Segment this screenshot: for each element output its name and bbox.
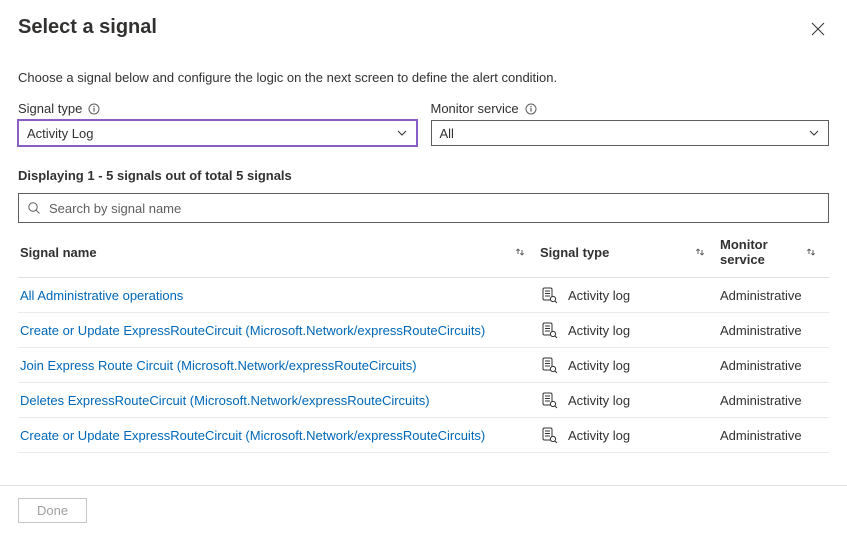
table-row[interactable]: All Administrative operations Activity lo… — [18, 278, 829, 313]
th-monitor-service[interactable]: Monitor service — [718, 227, 829, 278]
activity-log-icon — [540, 391, 558, 409]
th-signal-type[interactable]: Signal type — [538, 227, 718, 278]
signal-type-label: Signal type — [18, 101, 417, 116]
monitor-service-text: Administrative — [720, 393, 802, 408]
monitor-service-value: All — [440, 126, 454, 141]
signal-link[interactable]: Create or Update ExpressRouteCircuit (Mi… — [20, 323, 485, 338]
signal-type-text: Activity log — [568, 358, 630, 373]
signal-type-text: Activity log — [568, 428, 630, 443]
monitor-service-label: Monitor service — [431, 101, 830, 116]
info-icon[interactable] — [88, 103, 100, 115]
activity-log-icon — [540, 286, 558, 304]
signal-type-text: Activity log — [568, 288, 630, 303]
info-icon[interactable] — [525, 103, 537, 115]
signal-type-dropdown[interactable]: Activity Log — [18, 120, 417, 146]
signal-type-text: Activity log — [568, 323, 630, 338]
chevron-down-icon — [808, 127, 820, 139]
th-signal-type-text: Signal type — [540, 245, 609, 260]
signal-type-text: Activity log — [568, 393, 630, 408]
monitor-service-text: Administrative — [720, 428, 802, 443]
panel-description: Choose a signal below and configure the … — [18, 70, 829, 85]
th-signal-name-text: Signal name — [20, 245, 97, 260]
table-row[interactable]: Join Express Route Circuit (Microsoft.Ne… — [18, 348, 829, 383]
done-button[interactable]: Done — [18, 498, 87, 523]
monitor-service-text: Administrative — [720, 358, 802, 373]
search-input-wrapper[interactable] — [18, 193, 829, 223]
chevron-down-icon — [396, 127, 408, 139]
search-icon — [27, 201, 41, 215]
search-input[interactable] — [47, 200, 820, 217]
signal-link[interactable]: Join Express Route Circuit (Microsoft.Ne… — [20, 358, 417, 373]
monitor-service-text: Administrative — [720, 288, 802, 303]
sort-icon — [694, 246, 706, 258]
signal-link[interactable]: Create or Update ExpressRouteCircuit (Mi… — [20, 428, 485, 443]
panel-title: Select a signal — [18, 16, 157, 39]
table-row[interactable]: Deletes ExpressRouteCircuit (Microsoft.N… — [18, 383, 829, 418]
table-row[interactable]: Create or Update ExpressRouteCircuit (Mi… — [18, 313, 829, 348]
signals-table: Signal name Signal type — [18, 227, 829, 453]
signal-link[interactable]: Deletes ExpressRouteCircuit (Microsoft.N… — [20, 393, 430, 408]
th-monitor-service-text: Monitor service — [720, 237, 805, 267]
activity-log-icon — [540, 356, 558, 374]
monitor-service-label-text: Monitor service — [431, 101, 519, 116]
th-signal-name[interactable]: Signal name — [18, 227, 538, 278]
monitor-service-text: Administrative — [720, 323, 802, 338]
activity-log-icon — [540, 321, 558, 339]
signal-type-label-text: Signal type — [18, 101, 82, 116]
close-icon — [811, 22, 825, 36]
close-button[interactable] — [807, 18, 829, 40]
sort-icon — [805, 246, 817, 258]
result-count: Displaying 1 - 5 signals out of total 5 … — [18, 168, 829, 183]
table-row[interactable]: Create or Update ExpressRouteCircuit (Mi… — [18, 418, 829, 453]
sort-icon — [514, 246, 526, 258]
activity-log-icon — [540, 426, 558, 444]
monitor-service-dropdown[interactable]: All — [431, 120, 830, 146]
signal-link[interactable]: All Administrative operations — [20, 288, 183, 303]
signal-type-value: Activity Log — [27, 126, 93, 141]
